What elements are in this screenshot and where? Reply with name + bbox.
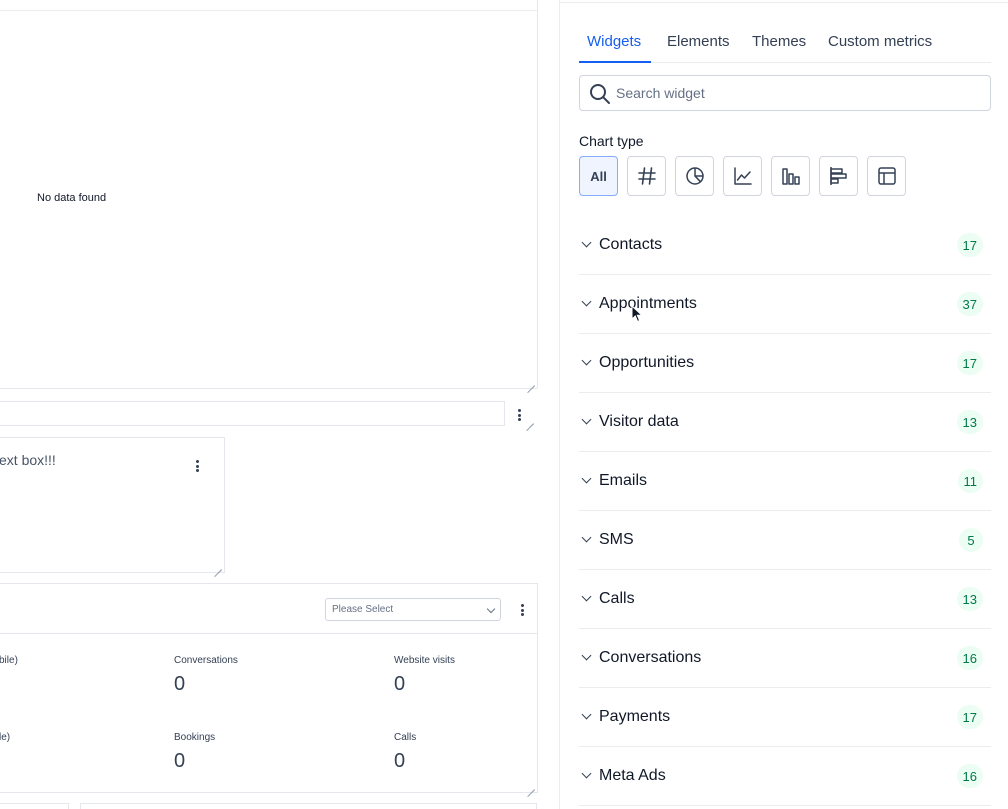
chevron-down-icon [581, 768, 592, 779]
chevron-down-icon [581, 473, 592, 484]
chevron-down-icon [581, 237, 592, 248]
resize-handle-icon[interactable] [527, 782, 535, 790]
widget-panel: Widgets Elements Themes Custom metrics C… [559, 0, 1008, 809]
category-row[interactable]: Calls 13 [579, 570, 991, 629]
chart-type-table-button[interactable] [867, 156, 906, 196]
stat-value: 0 [394, 673, 406, 695]
more-options-icon[interactable] [513, 408, 525, 422]
panel-tabs: Widgets Elements Themes Custom metrics [579, 24, 991, 63]
stat-label: Website visits [394, 655, 455, 666]
category-row[interactable]: Opportunities 17 [579, 334, 991, 393]
chevron-down-icon [581, 355, 592, 366]
chart-type-label: Chart type [579, 133, 644, 149]
category-row[interactable]: SMS 5 [579, 511, 991, 570]
text-box-content: ext box!!! [0, 452, 56, 468]
category-label: Contacts [599, 236, 663, 253]
filter-select-value: Please Select [332, 604, 394, 615]
search-box[interactable] [579, 75, 991, 111]
chevron-down-icon [486, 604, 496, 614]
stats-widget-header: Please Select [0, 584, 537, 634]
category-count-badge: 13 [956, 587, 983, 611]
category-row[interactable]: Payments 17 [579, 688, 991, 747]
chevron-down-icon [581, 296, 592, 307]
more-options-icon[interactable] [191, 459, 203, 473]
tab-custom-metrics[interactable]: Custom metrics [828, 33, 932, 50]
category-label: Appointments [599, 295, 697, 312]
category-row[interactable]: Contacts 17 [579, 216, 991, 275]
stat-value: 0 [394, 750, 406, 772]
number-icon [637, 167, 656, 185]
chart-type-all-button[interactable]: All [579, 156, 618, 196]
category-count-badge: 11 [957, 469, 983, 493]
resize-handle-icon[interactable] [526, 416, 534, 424]
dashboard-editor: No data found ext box!!! Please Select b… [0, 0, 1008, 809]
search-input[interactable] [616, 82, 976, 104]
category-row[interactable]: Visitor data 13 [579, 393, 991, 452]
category-label: Payments [599, 708, 671, 725]
stat-value: 0 [174, 750, 186, 772]
category-count-badge: 16 [956, 646, 983, 670]
stat-label: le) [0, 732, 11, 743]
tab-themes[interactable]: Themes [752, 33, 806, 50]
text-box-widget[interactable]: ext box!!! [0, 437, 225, 573]
category-row[interactable]: Conversations 16 [579, 629, 991, 688]
category-label: Calls [599, 590, 635, 607]
tab-widgets[interactable]: Widgets [587, 33, 641, 50]
chart-type-number-button[interactable] [627, 156, 666, 196]
mouse-cursor-icon [631, 305, 643, 323]
category-label: Meta Ads [599, 767, 666, 784]
widget-partial[interactable] [0, 803, 69, 809]
widget-partial[interactable] [80, 803, 537, 809]
stat-value: 0 [174, 673, 186, 695]
line-chart-icon [733, 167, 752, 185]
pie-chart-icon [685, 167, 704, 185]
stat-label: Calls [394, 732, 417, 743]
horizontal-bar-chart-icon [829, 167, 847, 185]
divider-bar [0, 401, 505, 426]
category-row[interactable]: Meta Ads 16 [579, 747, 991, 806]
category-count-badge: 17 [956, 351, 983, 375]
stat-label: Conversations [174, 655, 238, 666]
category-count-badge: 13 [956, 410, 983, 434]
category-count-badge: 37 [956, 292, 983, 316]
resize-handle-icon[interactable] [214, 562, 222, 570]
stat-label: bile) [0, 655, 18, 666]
category-count-badge: 17 [956, 705, 983, 729]
stat-label: Bookings [174, 732, 216, 743]
category-label: Conversations [599, 649, 702, 666]
chart-widget[interactable]: No data found [0, 0, 538, 389]
chart-type-all-label: All [590, 168, 607, 184]
table-icon [877, 167, 896, 185]
category-count-badge: 16 [956, 764, 983, 788]
category-count-badge: 17 [956, 233, 983, 257]
bar-chart-icon [781, 168, 800, 185]
tab-elements[interactable]: Elements [667, 33, 730, 50]
dashboard-canvas: No data found ext box!!! Please Select b… [0, 0, 540, 809]
chart-type-pie-button[interactable] [675, 156, 714, 196]
search-icon [590, 84, 610, 104]
resize-handle-icon[interactable] [527, 378, 535, 386]
category-label: Visitor data [599, 413, 679, 430]
chevron-down-icon [581, 650, 592, 661]
widget-header-divider [0, 10, 537, 11]
category-label: Opportunities [599, 354, 695, 371]
no-data-message: No data found [37, 192, 107, 204]
category-label: Emails [599, 472, 648, 489]
chevron-down-icon [581, 532, 592, 543]
category-count-badge: 5 [959, 528, 983, 552]
filter-select[interactable]: Please Select [325, 598, 501, 621]
divider-widget[interactable] [0, 401, 538, 427]
chevron-down-icon [581, 591, 592, 602]
category-row[interactable]: Emails 11 [579, 452, 991, 511]
more-options-icon[interactable] [516, 603, 528, 617]
active-tab-indicator [579, 61, 651, 63]
category-label: SMS [599, 531, 634, 548]
stats-widget[interactable]: Please Select bile) Conversations 0 Webs… [0, 583, 538, 793]
chevron-down-icon [581, 709, 592, 720]
panel-divider [560, 2, 1008, 3]
chevron-down-icon [581, 414, 592, 425]
chart-type-horizontal-bar-button[interactable] [819, 156, 858, 196]
chart-type-bar-button[interactable] [771, 156, 810, 196]
chart-type-line-button[interactable] [723, 156, 762, 196]
